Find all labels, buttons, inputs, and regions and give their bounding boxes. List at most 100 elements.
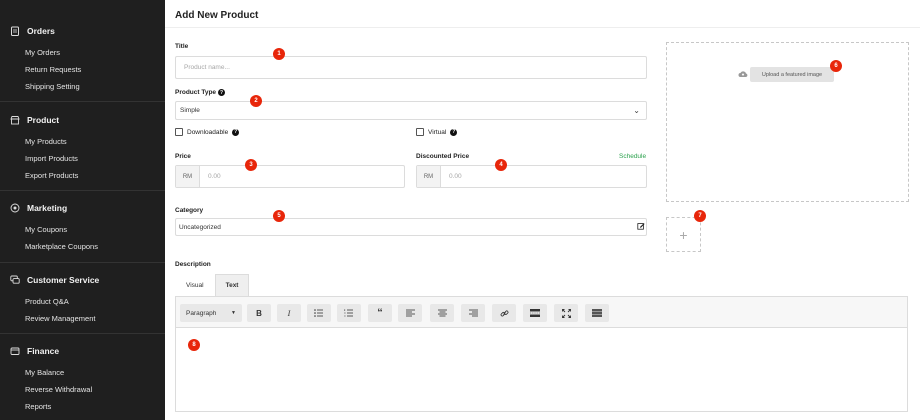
product-title-input[interactable]: Product name... — [175, 56, 647, 79]
sidebar-item-product-qa[interactable]: Product Q&A — [25, 297, 69, 306]
divider — [0, 101, 165, 102]
product-type-label: Product Type ? — [175, 89, 226, 96]
category-select[interactable]: Uncategorized — [175, 218, 647, 236]
sidebar-section-orders: Orders — [10, 26, 55, 36]
divider — [0, 190, 165, 191]
sidebar-section-product: Product — [10, 115, 59, 125]
sidebar-item-marketplace-coupons[interactable]: Marketplace Coupons — [25, 242, 98, 251]
sidebar-section-finance: Finance — [10, 346, 59, 356]
discounted-price-input[interactable]: RM 0.00 — [416, 165, 647, 188]
clipboard-icon — [11, 26, 19, 36]
upload-featured-image-button[interactable]: Upload a featured image — [750, 67, 834, 82]
marker-badge: 5 — [273, 210, 285, 222]
schedule-link[interactable]: Schedule — [619, 153, 646, 160]
editor-toolbar: Paragraph ▼ B I “ — [175, 296, 908, 328]
price-label: Price — [175, 153, 191, 160]
section-title: Product — [27, 115, 60, 125]
price-placeholder: 0.00 — [208, 173, 221, 180]
help-icon[interactable]: ? — [218, 89, 226, 96]
section-title: Customer Service — [27, 275, 100, 285]
cloud-upload-icon — [738, 71, 748, 77]
checkbox-box[interactable] — [416, 128, 424, 136]
align-left-icon[interactable] — [398, 304, 422, 322]
marker-badge: 2 — [250, 95, 262, 107]
sidebar-item-my-orders[interactable]: My Orders — [25, 48, 60, 57]
marker-badge: 1 — [273, 48, 285, 60]
marker-badge: 6 — [830, 60, 842, 72]
marker-badge: 8 — [188, 339, 200, 351]
link-icon[interactable] — [492, 304, 516, 322]
description-editor: Visual Text Paragraph ▼ B I “ — [175, 274, 908, 412]
virtual-label: Virtual — [428, 128, 447, 136]
help-icon[interactable]: ? — [450, 128, 458, 136]
paragraph-label: Paragraph — [186, 309, 217, 317]
tab-text[interactable]: Text — [214, 274, 250, 296]
sidebar-item-my-coupons[interactable]: My Coupons — [25, 225, 67, 234]
store-icon — [10, 116, 20, 125]
marker-badge: 4 — [495, 159, 507, 171]
sidebar-item-my-balance[interactable]: My Balance — [25, 368, 64, 377]
blockquote-icon[interactable]: “ — [368, 304, 392, 322]
sidebar-item-shipping-setting[interactable]: Shipping Setting — [25, 82, 80, 91]
downloadable-label: Downloadable — [187, 128, 229, 136]
align-right-icon[interactable] — [461, 304, 485, 322]
description-textarea[interactable] — [175, 328, 908, 412]
toolbar-toggle-icon[interactable] — [585, 304, 609, 322]
marker-badge: 3 — [245, 159, 257, 171]
italic-icon[interactable]: I — [277, 304, 301, 322]
bullet-list-icon[interactable] — [307, 304, 331, 322]
category-label: Category — [175, 207, 204, 214]
product-type-select[interactable]: Simple ⌄ — [175, 101, 647, 120]
wallet-icon — [10, 347, 20, 355]
featured-image-dropzone[interactable] — [666, 42, 909, 202]
downloadable-checkbox[interactable]: Downloadable ? — [175, 128, 240, 136]
checkbox-box[interactable] — [175, 128, 183, 136]
align-center-icon[interactable] — [430, 304, 454, 322]
discounted-price-placeholder: 0.00 — [449, 173, 462, 180]
currency-prefix: RM — [417, 166, 441, 187]
sidebar-section-customer-service: Customer Service — [10, 275, 99, 285]
editor-tabs: Visual Text — [175, 274, 250, 296]
tab-visual[interactable]: Visual — [175, 274, 215, 296]
sidebar-item-reports[interactable]: Reports — [25, 402, 51, 411]
chat-icon — [10, 275, 20, 284]
sidebar-item-import-products[interactable]: Import Products — [25, 154, 78, 163]
read-more-icon[interactable] — [523, 304, 547, 322]
add-gallery-image-button[interactable]: + — [666, 217, 701, 252]
bold-icon[interactable]: B — [247, 304, 271, 322]
virtual-checkbox[interactable]: Virtual ? — [416, 128, 458, 136]
divider — [0, 333, 165, 334]
divider — [0, 262, 165, 263]
discounted-price-label: Discounted Price — [416, 153, 470, 160]
divider — [165, 27, 920, 28]
sidebar-section-marketing: Marketing — [10, 203, 67, 213]
product-title-placeholder: Product name... — [184, 64, 230, 71]
sidebar-item-review-management[interactable]: Review Management — [25, 314, 95, 323]
price-input[interactable]: RM 0.00 — [175, 165, 405, 188]
description-label: Description — [175, 261, 211, 268]
section-title: Orders — [27, 26, 55, 36]
sidebar-item-my-products[interactable]: My Products — [25, 137, 67, 146]
app: Orders My Orders Return Requests Shippin… — [0, 0, 920, 420]
section-title: Finance — [27, 346, 60, 356]
sidebar-item-return-requests[interactable]: Return Requests — [25, 65, 81, 74]
sidebar-item-reverse-withdrawal[interactable]: Reverse Withdrawal — [25, 385, 92, 394]
currency-prefix: RM — [176, 166, 200, 187]
paragraph-format-select[interactable]: Paragraph ▼ — [180, 304, 242, 322]
product-type-value: Simple — [180, 107, 200, 114]
numbered-list-icon[interactable] — [337, 304, 361, 322]
sidebar: Orders My Orders Return Requests Shippin… — [0, 0, 165, 420]
fullscreen-icon[interactable] — [554, 304, 578, 322]
target-icon — [10, 203, 20, 213]
title-label: Title — [175, 43, 189, 50]
section-title: Marketing — [27, 203, 68, 213]
caret-down-icon: ▼ — [231, 310, 236, 316]
category-value: Uncategorized — [179, 223, 221, 231]
page-title: Add New Product — [175, 10, 259, 21]
edit-icon[interactable] — [637, 222, 645, 230]
product-type-label-text: Product Type — [175, 89, 217, 96]
sidebar-item-export-products[interactable]: Export Products — [25, 171, 78, 180]
chevron-down-icon: ⌄ — [633, 106, 640, 115]
help-icon[interactable]: ? — [232, 128, 240, 136]
marker-badge: 7 — [694, 210, 706, 222]
